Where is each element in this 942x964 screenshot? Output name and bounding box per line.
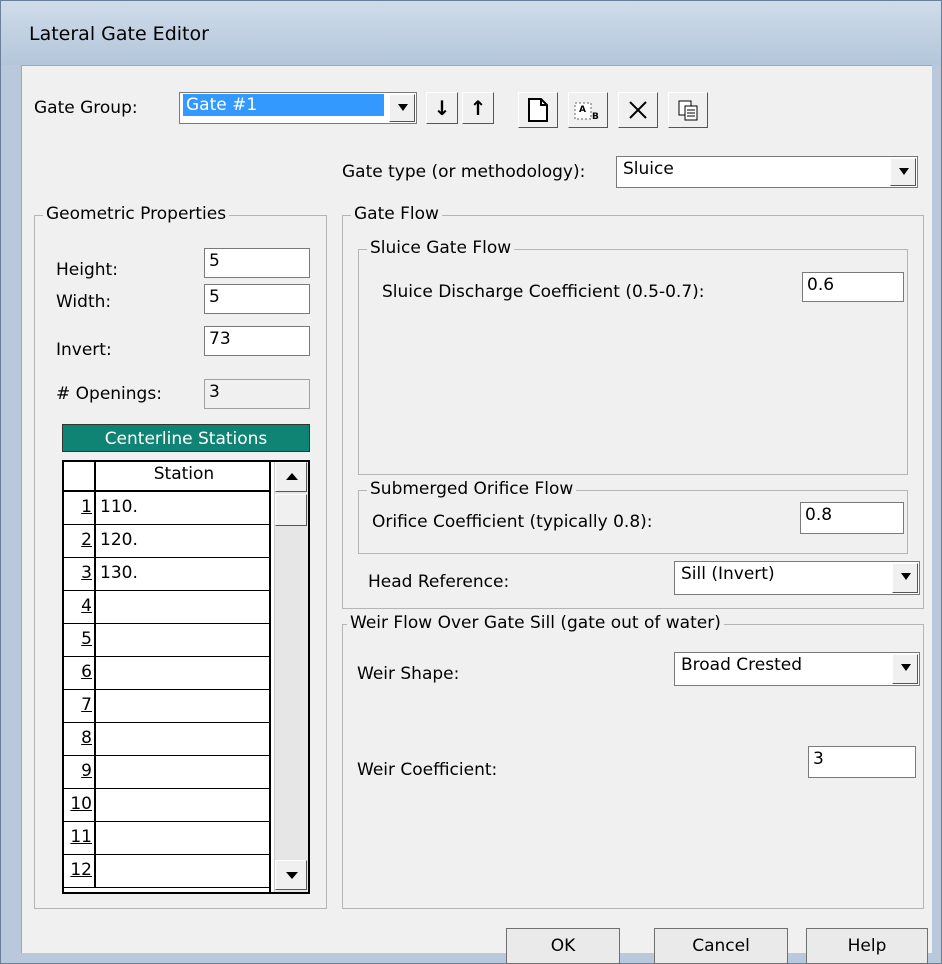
row-number: 11 xyxy=(64,822,96,854)
row-number: 5 xyxy=(64,624,96,656)
width-field[interactable]: 5 xyxy=(204,284,310,314)
column-divider xyxy=(269,462,271,892)
table-row[interactable]: 1 110. xyxy=(64,492,269,525)
head-reference-select[interactable]: Sill (Invert) xyxy=(674,561,920,595)
stations-scrollbar[interactable] xyxy=(274,462,308,892)
chevron-down-icon[interactable] xyxy=(892,654,918,684)
chevron-down-icon[interactable] xyxy=(892,563,918,593)
width-label: Width: xyxy=(56,292,112,312)
invert-field[interactable]: 73 xyxy=(204,326,310,356)
table-row[interactable]: 2 120. xyxy=(64,525,269,558)
lateral-gate-editor-window: Lateral Gate Editor Gate Group: Gate #1 … xyxy=(0,0,942,964)
row-header-corner xyxy=(64,462,96,490)
table-row[interactable]: 11 xyxy=(64,822,269,855)
arrow-down-icon[interactable]: ↓ xyxy=(426,92,458,124)
scroll-thumb[interactable] xyxy=(275,494,307,526)
station-cell[interactable]: 130. xyxy=(100,558,138,588)
row-number: 6 xyxy=(64,657,96,689)
gate-type-label: Gate type (or methodology): xyxy=(342,162,586,182)
svg-text:B: B xyxy=(592,112,599,122)
scroll-down-icon[interactable] xyxy=(275,860,307,890)
gate-type-select[interactable]: Sluice xyxy=(616,156,918,188)
height-label: Height: xyxy=(56,260,118,280)
table-row[interactable]: 4 xyxy=(64,591,269,624)
table-row[interactable]: 5 xyxy=(64,624,269,657)
new-document-icon[interactable] xyxy=(518,92,558,128)
geometric-properties-title: Geometric Properties xyxy=(43,204,230,224)
delete-icon[interactable] xyxy=(618,92,658,128)
gate-type-value: Sluice xyxy=(623,159,674,179)
row-number: 12 xyxy=(64,855,96,887)
row-number: 10 xyxy=(64,789,96,821)
row-number: 7 xyxy=(64,690,96,722)
station-column-header: Station xyxy=(153,464,215,484)
station-cell[interactable]: 120. xyxy=(100,525,138,555)
svg-text:A: A xyxy=(579,105,586,115)
sluice-gate-flow-title: Sluice Gate Flow xyxy=(367,238,515,258)
chevron-down-icon[interactable] xyxy=(890,158,916,186)
weir-shape-select[interactable]: Broad Crested xyxy=(674,652,920,686)
centerline-stations-header: Centerline Stations xyxy=(62,424,310,452)
weir-flow-title: Weir Flow Over Gate Sill (gate out of wa… xyxy=(347,613,724,633)
table-row[interactable]: 12 xyxy=(64,855,269,888)
sluice-coefficient-label: Sluice Discharge Coefficient (0.5-0.7): xyxy=(382,282,705,302)
table-row[interactable]: 8 xyxy=(64,723,269,756)
gate-flow-title: Gate Flow xyxy=(351,204,442,224)
sluice-coefficient-field[interactable]: 0.6 xyxy=(802,272,904,302)
arrow-up-icon[interactable]: ↑ xyxy=(462,92,494,124)
cancel-button[interactable]: Cancel xyxy=(654,928,788,964)
weir-coefficient-field[interactable]: 3 xyxy=(808,746,916,778)
weir-coefficient-label: Weir Coefficient: xyxy=(357,760,498,780)
gate-group-select[interactable]: Gate #1 xyxy=(179,92,417,124)
height-field[interactable]: 5 xyxy=(204,248,310,278)
row-number: 2 xyxy=(64,525,96,557)
submerged-orifice-title: Submerged Orifice Flow xyxy=(367,479,577,499)
head-reference-value: Sill (Invert) xyxy=(681,564,775,584)
rename-icon[interactable]: AB xyxy=(568,92,608,128)
head-reference-label: Head Reference: xyxy=(368,572,510,592)
copy-icon[interactable] xyxy=(668,92,708,128)
table-row[interactable]: 10 xyxy=(64,789,269,822)
ok-button[interactable]: OK xyxy=(506,928,620,964)
table-row[interactable]: 9 xyxy=(64,756,269,789)
title-bar[interactable]: Lateral Gate Editor xyxy=(1,1,941,65)
weir-shape-label: Weir Shape: xyxy=(357,664,460,684)
chevron-down-icon[interactable] xyxy=(389,94,415,122)
gate-group-label: Gate Group: xyxy=(34,98,138,118)
openings-field: 3 xyxy=(204,379,310,409)
row-number: 9 xyxy=(64,756,96,788)
window-title: Lateral Gate Editor xyxy=(29,23,209,45)
stations-table[interactable]: Station 1 110. 2 120. 3 130. 4 5 6 7 8 9 10 11 12 xyxy=(62,460,310,894)
scroll-up-icon[interactable] xyxy=(275,462,307,492)
row-number: 1 xyxy=(64,492,96,524)
invert-label: Invert: xyxy=(56,340,112,360)
weir-shape-value: Broad Crested xyxy=(681,655,803,675)
orifice-coefficient-label: Orifice Coefficient (typically 0.8): xyxy=(372,512,653,532)
dialog-client: Gate Group: Gate #1 ↓ ↑ AB Gate type (or… xyxy=(21,65,932,964)
table-row[interactable]: 7 xyxy=(64,690,269,723)
table-row[interactable]: 6 xyxy=(64,657,269,690)
row-number: 4 xyxy=(64,591,96,623)
row-number: 3 xyxy=(64,558,96,590)
openings-label: # Openings: xyxy=(56,384,162,404)
orifice-coefficient-field[interactable]: 0.8 xyxy=(800,502,904,534)
row-number: 8 xyxy=(64,723,96,755)
help-button[interactable]: Help xyxy=(806,928,928,964)
stations-table-header: Station xyxy=(64,462,269,492)
table-row[interactable]: 3 130. xyxy=(64,558,269,591)
station-cell[interactable]: 110. xyxy=(100,492,138,522)
gate-group-value: Gate #1 xyxy=(183,94,384,116)
